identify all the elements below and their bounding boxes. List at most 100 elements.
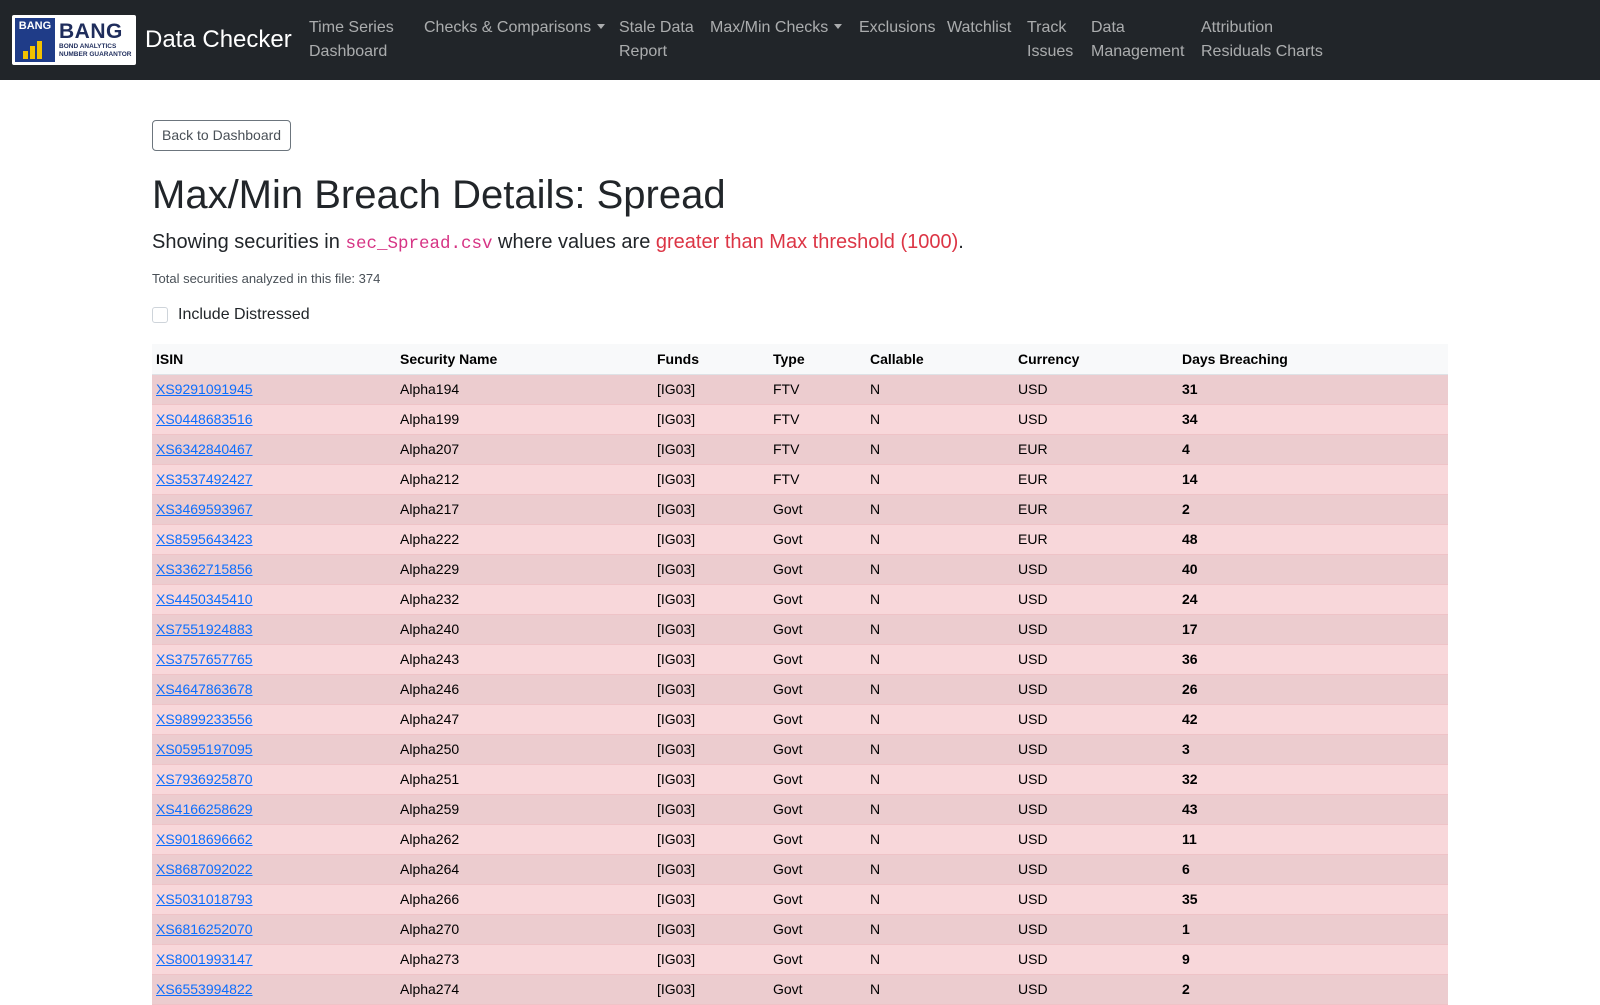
cell-security-name: Alpha266: [396, 884, 653, 915]
cell-funds: [IG03]: [653, 824, 769, 855]
col-header-security-name[interactable]: Security Name: [396, 344, 653, 375]
cell-callable: N: [866, 764, 1014, 795]
cell-callable: N: [866, 524, 1014, 555]
col-header-funds[interactable]: Funds: [653, 344, 769, 375]
cell-callable: N: [866, 404, 1014, 435]
isin-link[interactable]: XS3469593967: [156, 501, 253, 517]
cell-days-breaching: 24: [1178, 584, 1448, 615]
nav-exclusions[interactable]: Exclusions: [859, 16, 935, 40]
cell-days-breaching: 34: [1178, 404, 1448, 435]
cell-days-breaching: 4: [1178, 434, 1448, 465]
cell-type: Govt: [769, 494, 866, 525]
table-row: XS3537492427 Alpha212 [IG03] FTV N EUR 14: [152, 464, 1448, 495]
cell-type: Govt: [769, 554, 866, 585]
back-to-dashboard-button[interactable]: Back to Dashboard: [152, 120, 292, 151]
cell-type: Govt: [769, 734, 866, 765]
nav-stale-data-report[interactable]: Stale Data Report: [619, 16, 694, 64]
cell-type: FTV: [769, 374, 866, 405]
include-distressed-label: Include Distressed: [178, 306, 310, 323]
cell-funds: [IG03]: [653, 404, 769, 435]
col-header-isin[interactable]: ISIN: [152, 344, 396, 375]
nav-time-series-dashboard[interactable]: Time Series Dashboard: [309, 16, 394, 64]
nav-label-line1: Data: [1091, 19, 1125, 36]
nav-data-management[interactable]: Data Management: [1091, 16, 1184, 64]
app-title[interactable]: Data Checker: [145, 26, 292, 54]
nav-checks-comparisons-dropdown[interactable]: Checks & Comparisons: [424, 16, 606, 40]
col-header-callable[interactable]: Callable: [866, 344, 1014, 375]
nav-watchlist[interactable]: Watchlist: [947, 16, 1011, 40]
isin-link[interactable]: XS3537492427: [156, 471, 253, 487]
isin-link[interactable]: XS3362715856: [156, 561, 253, 577]
cell-currency: USD: [1014, 914, 1178, 945]
isin-link[interactable]: XS5031018793: [156, 891, 253, 907]
cell-callable: N: [866, 644, 1014, 675]
cell-callable: N: [866, 704, 1014, 735]
isin-link[interactable]: XS9291091945: [156, 381, 253, 397]
cell-funds: [IG03]: [653, 704, 769, 735]
cell-security-name: Alpha217: [396, 494, 653, 525]
include-distressed-checkbox[interactable]: [152, 307, 168, 323]
cell-days-breaching: 40: [1178, 554, 1448, 585]
cell-type: FTV: [769, 464, 866, 495]
col-header-days-breaching[interactable]: Days Breaching: [1178, 344, 1448, 375]
table-row: XS6816252070 Alpha270 [IG03] Govt N USD 1: [152, 914, 1448, 945]
cell-security-name: Alpha270: [396, 914, 653, 945]
cell-security-name: Alpha207: [396, 434, 653, 465]
col-header-type[interactable]: Type: [769, 344, 866, 375]
nav-label-line1: Track: [1027, 19, 1067, 36]
cell-isin: XS8001993147: [152, 944, 396, 975]
include-distressed-toggle[interactable]: Include Distressed: [152, 306, 1448, 324]
isin-link[interactable]: XS6553994822: [156, 981, 253, 997]
cell-callable: N: [866, 374, 1014, 405]
cell-isin: XS9018696662: [152, 824, 396, 855]
cell-type: Govt: [769, 764, 866, 795]
isin-link[interactable]: XS3757657765: [156, 651, 253, 667]
cell-days-breaching: 6: [1178, 854, 1448, 885]
table-body: XS9291091945 Alpha194 [IG03] FTV N USD 31 XS044…: [152, 374, 1448, 1005]
nav-label-line1: Stale Data: [619, 19, 694, 36]
isin-link[interactable]: XS6342840467: [156, 441, 253, 457]
isin-link[interactable]: XS0595197095: [156, 741, 253, 757]
cell-isin: XS4166258629: [152, 794, 396, 825]
logo-emblem-text: BANG: [18, 20, 52, 32]
nav-attribution-residuals-charts[interactable]: Attribution Residuals Charts: [1201, 16, 1323, 64]
cell-isin: XS7551924883: [152, 614, 396, 645]
cell-funds: [IG03]: [653, 434, 769, 465]
breach-table: ISIN Security Name Funds Type Callable C…: [152, 344, 1448, 1005]
isin-link[interactable]: XS9018696662: [156, 831, 253, 847]
cell-security-name: Alpha243: [396, 644, 653, 675]
logo-emblem-icon: BANG: [15, 18, 55, 62]
table-row: XS3757657765 Alpha243 [IG03] Govt N USD 36: [152, 644, 1448, 675]
table-row: XS5031018793 Alpha266 [IG03] Govt N USD 35: [152, 884, 1448, 915]
cell-security-name: Alpha199: [396, 404, 653, 435]
isin-link[interactable]: XS4450345410: [156, 591, 253, 607]
isin-link[interactable]: XS8001993147: [156, 951, 253, 967]
cell-type: Govt: [769, 884, 866, 915]
isin-link[interactable]: XS4647863678: [156, 681, 253, 697]
brand-logo[interactable]: BANG BANG BOND ANALYTICS NUMBER GUARANTO…: [12, 15, 136, 65]
cell-funds: [IG03]: [653, 764, 769, 795]
isin-link[interactable]: XS0448683516: [156, 411, 253, 427]
table-header-row: ISIN Security Name Funds Type Callable C…: [152, 344, 1448, 375]
cell-funds: [IG03]: [653, 854, 769, 885]
isin-link[interactable]: XS7936925870: [156, 771, 253, 787]
bar-chart-icon: [23, 41, 42, 59]
threshold-text: greater than Max threshold (1000): [655, 231, 959, 253]
isin-link[interactable]: XS7551924883: [156, 621, 253, 637]
col-header-currency[interactable]: Currency: [1014, 344, 1178, 375]
top-navbar: BANG BANG BOND ANALYTICS NUMBER GUARANTO…: [0, 0, 1600, 80]
isin-link[interactable]: XS8595643423: [156, 531, 253, 547]
logo-subtitle-1: BOND ANALYTICS: [59, 43, 117, 50]
main-content: Back to Dashboard Max/Min Breach Details…: [152, 120, 1448, 1005]
cell-security-name: Alpha232: [396, 584, 653, 615]
isin-link[interactable]: XS8687092022: [156, 861, 253, 877]
table-row: XS7551924883 Alpha240 [IG03] Govt N USD 17: [152, 614, 1448, 645]
isin-link[interactable]: XS4166258629: [156, 801, 253, 817]
cell-isin: XS4450345410: [152, 584, 396, 615]
cell-callable: N: [866, 854, 1014, 885]
isin-link[interactable]: XS9899233556: [156, 711, 253, 727]
nav-track-issues[interactable]: Track Issues: [1027, 16, 1073, 64]
nav-max-min-checks-dropdown[interactable]: Max/Min Checks: [710, 16, 843, 40]
cell-currency: USD: [1014, 614, 1178, 645]
isin-link[interactable]: XS6816252070: [156, 921, 253, 937]
